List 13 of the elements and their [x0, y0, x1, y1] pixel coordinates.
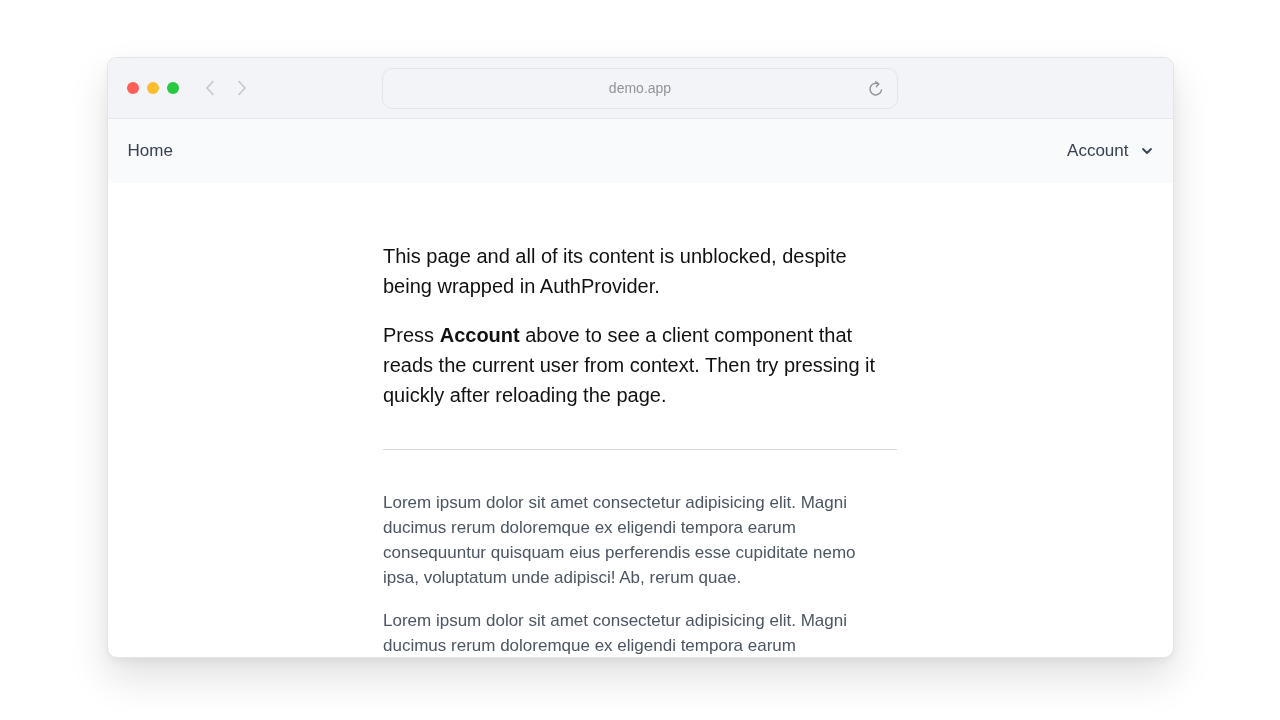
intro-paragraph: This page and all of its content is unblocked, despite being wrapped in AuthProvider.: [383, 244, 848, 299]
reload-icon[interactable]: [867, 79, 885, 98]
body-paragraph: Lorem ipsum dolor sit amet consectetur adipisicing elit. Magni ducimus rerum doloremque ex eligendi tempora earum: [383, 610, 848, 657]
chevron-down-icon: [1140, 147, 1153, 155]
back-icon[interactable]: [204, 80, 215, 96]
maximize-button[interactable]: [166, 82, 179, 94]
minimize-button[interactable]: [146, 82, 159, 94]
account-menu-button[interactable]: Account: [1067, 141, 1153, 161]
close-button[interactable]: [126, 82, 139, 94]
body-paragraph: Lorem ipsum dolor sit amet consectetur adipisicing elit. Magni ducimus rerum doloremque ex eligendi tempora earum consequuntur quisquam eius perferendis esse cupiditate nemo ipsa, voluptatum unde adipisci! Ab, rerum quae.: [383, 492, 857, 589]
forward-icon[interactable]: [236, 80, 247, 96]
intro-paragraph: Press Account above to see a client component that reads the current user from context. Then try pressing it quickly after reloading the page.: [383, 323, 877, 408]
home-link[interactable]: Home: [127, 141, 173, 160]
